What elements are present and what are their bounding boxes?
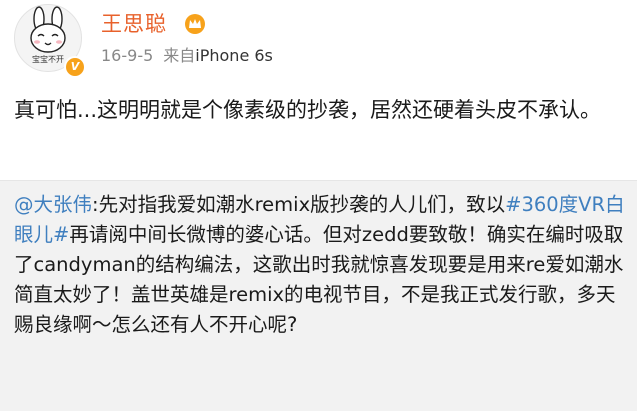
post-time[interactable]: 16-9-5 [101,46,153,65]
user-name[interactable]: 王思聪 [101,11,167,37]
repost-text-part-1: :先对指我爱如潮水remix版抄袭的人儿们，致以 [92,193,506,216]
repost-box[interactable]: @大张伟:先对指我爱如潮水remix版抄袭的人儿们，致以#360度VR白眼儿#再… [0,180,637,411]
post-header: 宝宝不开 V 王思聪 16-9-5 来自iPhone 6s [0,0,637,85]
post-text: 真可怕...这明明就是个像素级的抄袭，居然还硬着头皮不承认。 [14,98,602,122]
repost-text: @大张伟:先对指我爱如潮水remix版抄袭的人儿们，致以#360度VR白眼儿#再… [14,190,626,340]
source-prefix: 来自 [163,46,196,65]
verified-badge-icon: V [64,56,86,78]
post-meta: 16-9-5 来自iPhone 6s [101,46,273,66]
repost-mention-link[interactable]: @大张伟 [14,193,92,216]
source-device[interactable]: iPhone 6s [195,46,273,65]
weibo-post: 宝宝不开 V 王思聪 16-9-5 来自iPhone 6s 真可怕...这明明就是… [0,0,637,411]
repost-text-part-2: 再请阅中间长微博的婆心话。但对zedd要致敬！确实在编时吸取了candyman的… [14,223,624,336]
crown-icon[interactable] [184,13,206,35]
